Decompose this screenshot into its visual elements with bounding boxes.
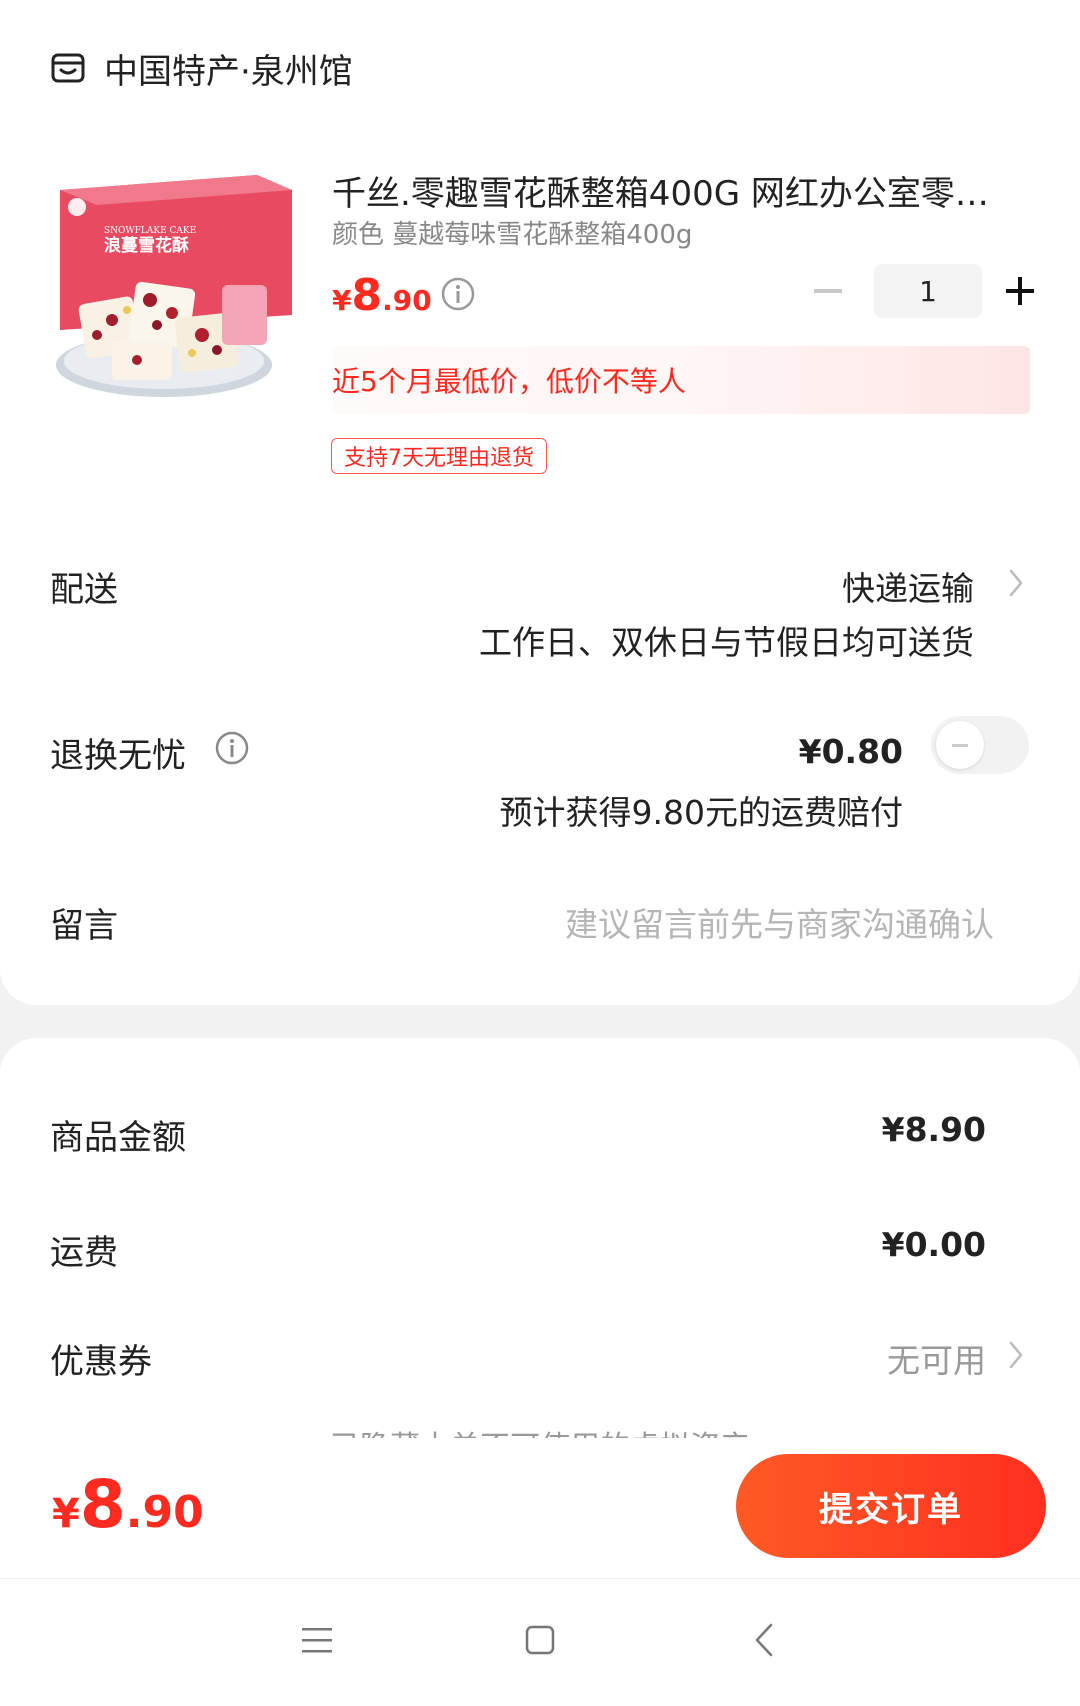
goods-amount-value: ¥8.90 (881, 1110, 986, 1149)
price-integer: 8 (351, 270, 383, 321)
return-insurance-price: ¥0.80 (798, 732, 903, 771)
return-insurance-note: 预计获得9.80元的运费赔付 (499, 793, 903, 832)
increase-button[interactable] (1002, 273, 1038, 309)
product-price: ¥ 8 .90 (332, 270, 432, 321)
return-policy-tag: 支持7天无理由退货 (331, 438, 547, 474)
info-icon[interactable] (214, 730, 250, 766)
delivery-label: 配送 (50, 570, 118, 610)
price-decimal: .90 (382, 284, 432, 317)
low-price-banner: 近5个月最低价，低价不等人 (332, 346, 1030, 414)
total-currency: ¥ (52, 1491, 80, 1537)
menu-icon[interactable] (292, 1615, 342, 1665)
message-input[interactable]: 建议留言前先与商家沟通确认 (565, 898, 994, 946)
home-icon[interactable] (515, 1615, 565, 1665)
submit-order-button[interactable]: 提交订单 (736, 1454, 1046, 1558)
goods-amount-label: 商品金额 (50, 1118, 186, 1158)
shop-header[interactable]: 中国特产·泉州馆 (50, 42, 353, 94)
quantity-input[interactable]: 1 (874, 264, 982, 318)
toggle-knob (936, 721, 984, 769)
product-title[interactable]: 千丝.零趣雪花酥整箱400G 网红办公室零食糕点小吃 (332, 166, 1022, 215)
coupon-value[interactable]: 无可用 (887, 1334, 986, 1382)
image-brand-text: SNOWFLAKE CAKE (104, 226, 196, 236)
shop-name: 中国特产·泉州馆 (104, 51, 353, 92)
coupon-label: 优惠券 (50, 1342, 152, 1382)
minus-icon (814, 289, 842, 293)
decrease-button[interactable] (810, 273, 846, 309)
delivery-note: 工作日、双休日与节假日均可送货 (479, 623, 974, 662)
low-price-text: 近5个月最低价，低价不等人 (332, 365, 686, 398)
delivery-method[interactable]: 快递运输 (842, 562, 974, 610)
product-spec[interactable]: 颜色 蔓越莓味雪花酥整箱400g (332, 214, 692, 251)
total-decimal: .90 (125, 1487, 204, 1538)
total-price: ¥ 8 .90 (52, 1466, 204, 1543)
product-image[interactable]: SNOWFLAKE CAKE 浪蔓雪花酥 (52, 165, 297, 410)
image-product-text: 浪蔓雪花酥 (104, 235, 189, 256)
price-currency: ¥ (332, 284, 352, 317)
shop-icon (51, 53, 85, 83)
shipping-value: ¥0.00 (881, 1225, 986, 1264)
shipping-label: 运费 (50, 1233, 118, 1273)
back-icon[interactable] (740, 1615, 790, 1665)
price-info-icon[interactable] (440, 276, 476, 312)
chevron-right-icon[interactable] (1006, 566, 1026, 600)
system-nav-bar (0, 1578, 1080, 1706)
total-integer: 8 (79, 1466, 126, 1543)
return-insurance-toggle[interactable] (931, 716, 1029, 774)
chevron-right-icon[interactable] (1006, 1338, 1026, 1372)
return-insurance-label: 退换无忧 (50, 736, 186, 776)
message-label: 留言 (50, 906, 118, 946)
order-item-card (0, 0, 1080, 1005)
quantity-stepper: 1 (810, 264, 1038, 318)
